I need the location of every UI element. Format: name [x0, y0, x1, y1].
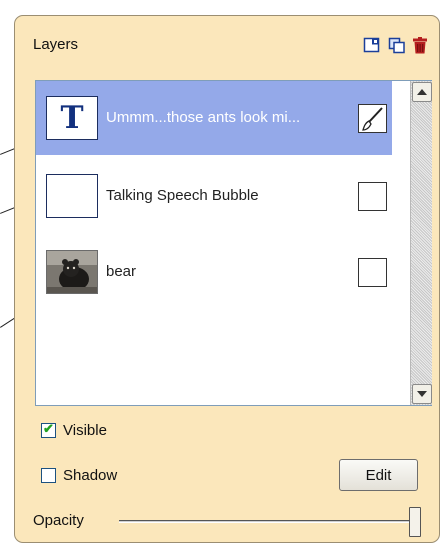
- edit-button[interactable]: Edit: [339, 459, 418, 491]
- shadow-label: Shadow: [63, 467, 118, 484]
- layer-edit-box[interactable]: [358, 104, 387, 133]
- opacity-label: Opacity: [33, 512, 84, 529]
- visible-label: Visible: [63, 422, 107, 439]
- layer-row[interactable]: T Ummm...those ants look mi...: [36, 81, 392, 155]
- shadow-option[interactable]: Shadow: [41, 467, 117, 484]
- scroll-down-button[interactable]: [412, 384, 432, 404]
- layer-edit-box[interactable]: [358, 258, 387, 287]
- layer-thumbnail: T: [46, 96, 98, 140]
- visible-option[interactable]: ✔ Visible: [41, 421, 107, 439]
- layer-thumbnail: [46, 174, 98, 218]
- scroll-up-button[interactable]: [412, 82, 432, 102]
- delete-layer-icon[interactable]: [412, 37, 430, 54]
- layer-label: Ummm...those ants look mi...: [106, 109, 301, 126]
- arrow-down-icon: [417, 391, 427, 397]
- vertical-scrollbar[interactable]: [410, 81, 432, 405]
- layer-list[interactable]: T Ummm...those ants look mi... Talking S…: [35, 80, 432, 406]
- arrow-up-icon: [417, 89, 427, 95]
- visible-checkbox[interactable]: ✔: [41, 421, 56, 438]
- duplicate-layer-icon[interactable]: [388, 37, 406, 54]
- layer-edit-box[interactable]: [358, 182, 387, 211]
- opacity-slider[interactable]: [119, 507, 421, 537]
- slider-track: [119, 520, 421, 523]
- text-layer-icon: T: [60, 100, 84, 136]
- slider-thumb[interactable]: [409, 507, 421, 537]
- layer-label: bear: [106, 263, 137, 280]
- new-layer-icon[interactable]: [363, 37, 381, 54]
- panel-title: Layers: [33, 36, 79, 53]
- layer-label: Talking Speech Bubble: [106, 187, 259, 204]
- layer-row[interactable]: Talking Speech Bubble: [36, 159, 392, 233]
- layer-row[interactable]: bear: [36, 235, 392, 309]
- layers-panel: Layers T Ummm...those ants look mi... Ta…: [14, 15, 440, 543]
- paintbrush-icon: [362, 107, 383, 131]
- bear-photo: [46, 250, 98, 294]
- shadow-checkbox[interactable]: [41, 468, 56, 483]
- checkmark-icon: ✔: [43, 421, 54, 436]
